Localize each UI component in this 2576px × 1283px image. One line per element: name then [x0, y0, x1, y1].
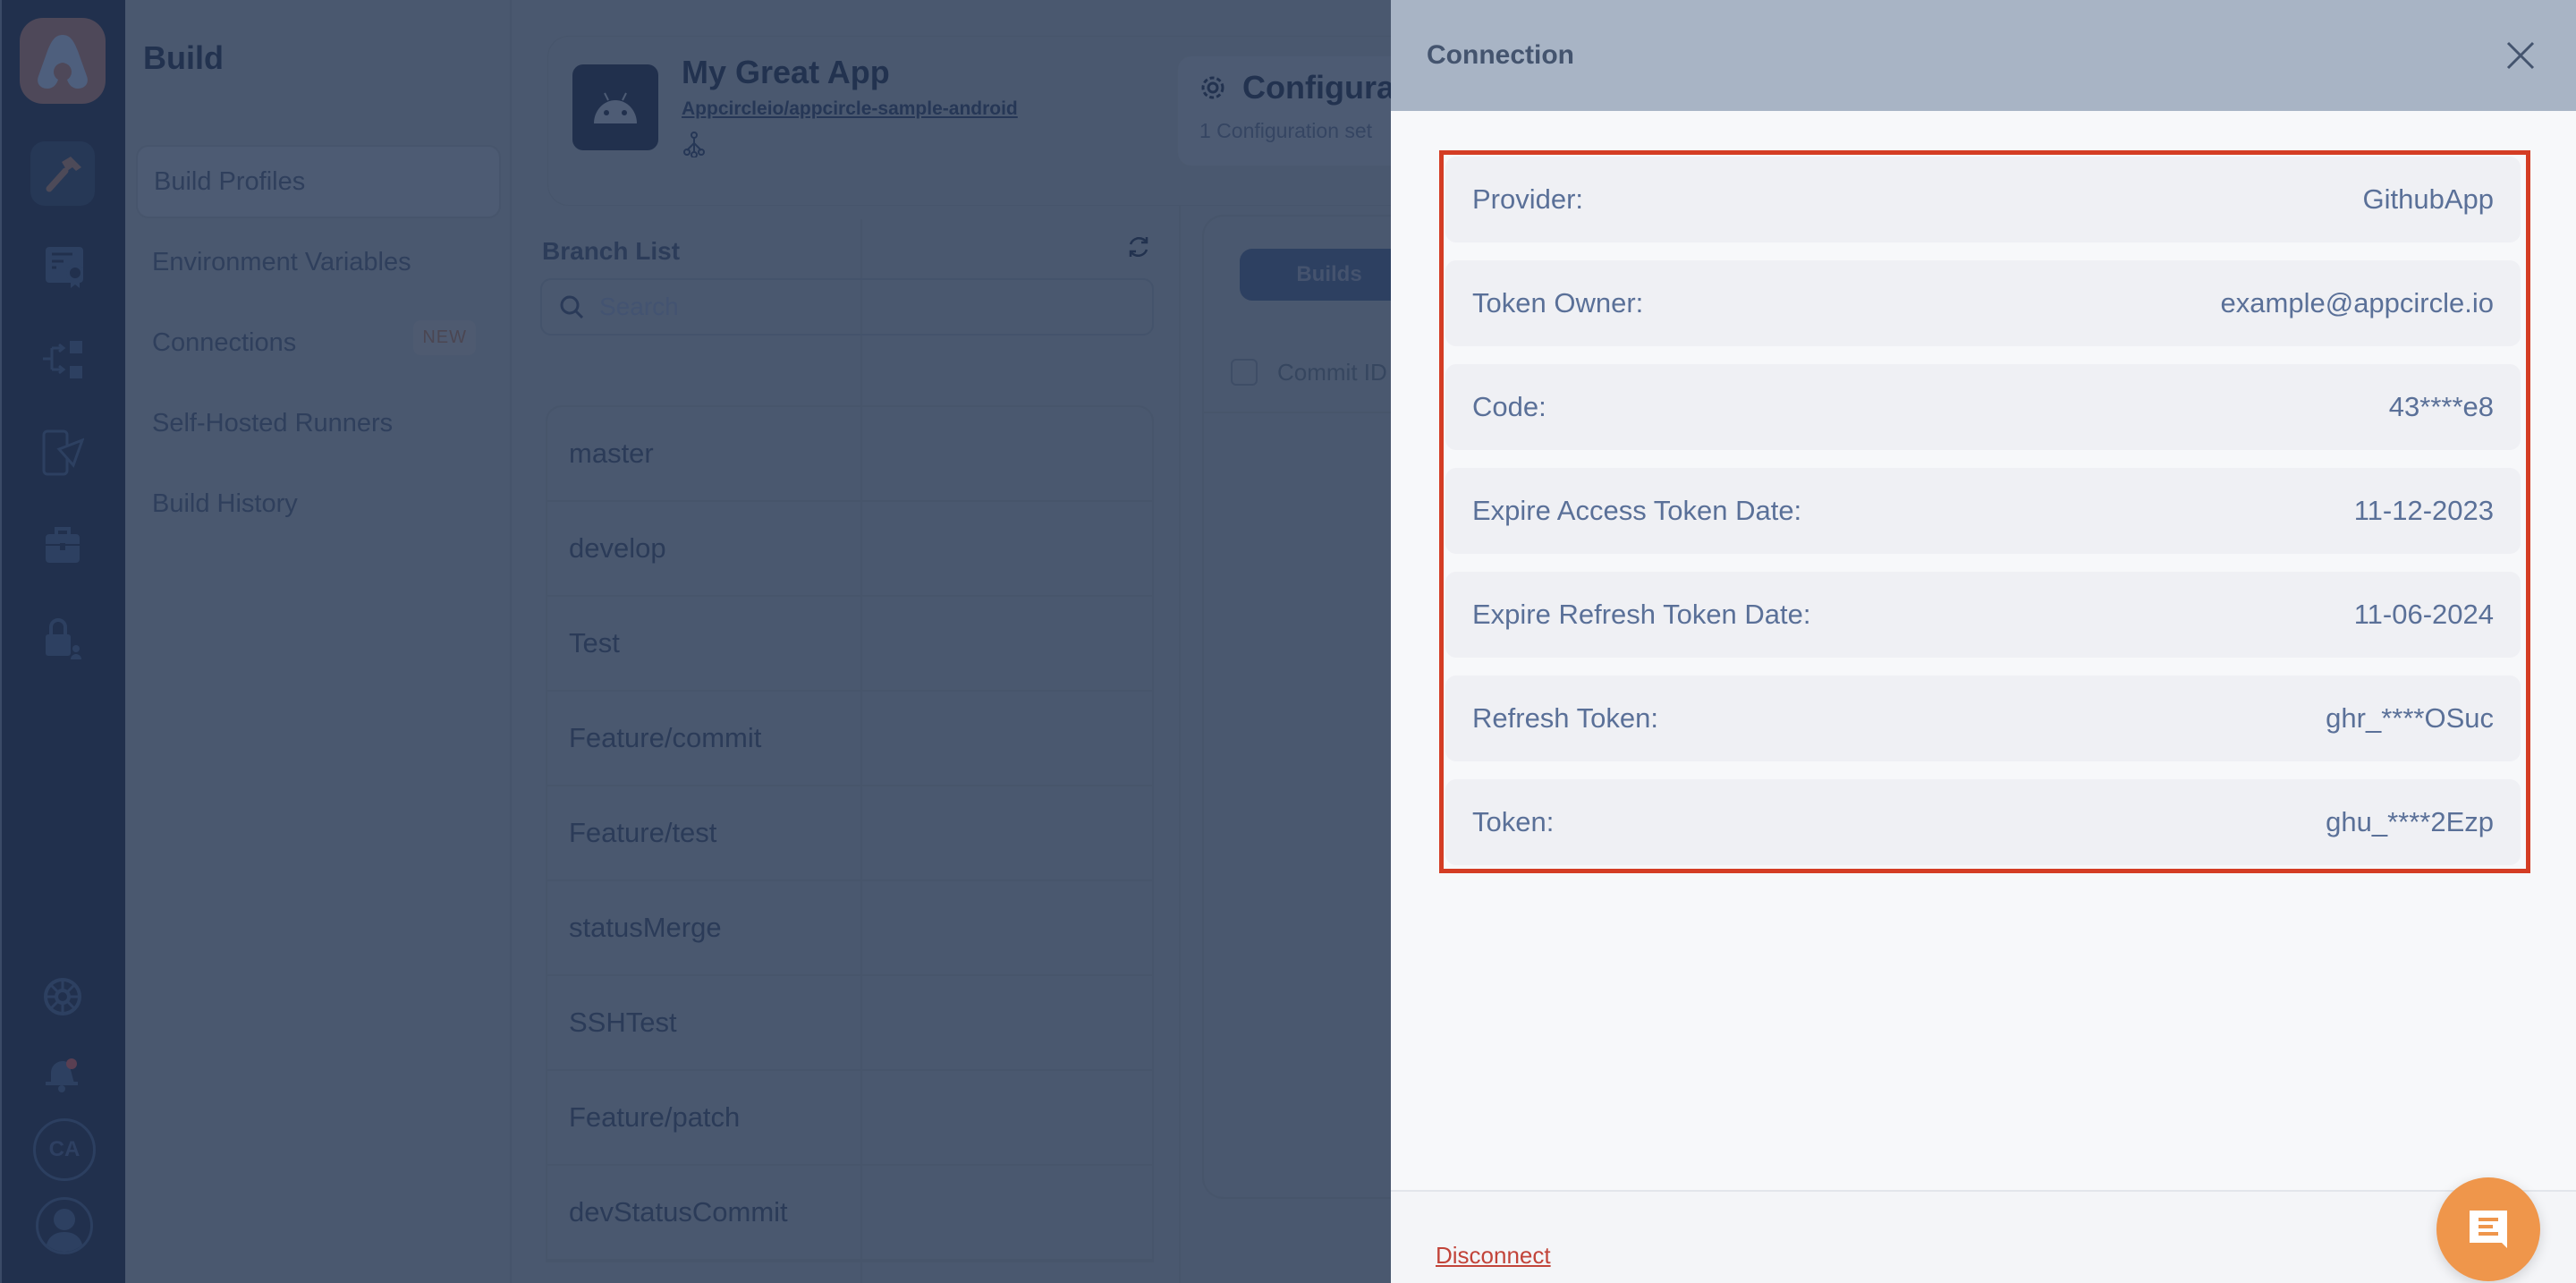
disconnect-link[interactable]: Disconnect [1436, 1242, 1551, 1270]
configuration-title: Configura [1199, 69, 1394, 106]
git-branch-icon [683, 132, 705, 157]
main-content: My Great App Appcircleio/appcircle-sampl… [513, 0, 1562, 1283]
detail-value: 11-06-2024 [2353, 599, 2494, 630]
connection-details: Provider: GithubApp Token Owner: example… [1439, 150, 2530, 873]
gear-icon [1201, 76, 1224, 99]
testing-distribution-icon [42, 429, 84, 476]
detail-row-refresh-token: Refresh Token: ghr_****OSuc [1445, 675, 2521, 761]
detail-label: Refresh Token: [1472, 702, 1658, 734]
subnav-item-build-history[interactable]: Build History [136, 467, 501, 540]
detail-row-code: Code: 43****e8 [1445, 364, 2521, 450]
build-nav-button[interactable] [30, 141, 95, 206]
new-badge: NEW [413, 320, 476, 355]
branch-list: master develop Test Feature/commit Featu… [546, 405, 1154, 1262]
subnav-item-label: Connections [152, 327, 297, 357]
detail-value: ghu_****2Ezp [2326, 806, 2494, 837]
subnav-item-label: Build Profiles [154, 166, 306, 196]
branch-list-title: Branch List [542, 237, 681, 265]
detail-row-token-owner: Token Owner: example@appcircle.io [1445, 260, 2521, 346]
select-all-checkbox[interactable] [1231, 359, 1258, 386]
access-lock-icon [46, 618, 81, 659]
search-icon [560, 295, 584, 319]
branch-item[interactable]: SSHTest [547, 976, 1152, 1071]
section-title: Build [143, 39, 224, 76]
detail-value: 43****e8 [2388, 391, 2494, 422]
drawer-header: Connection [1391, 0, 2576, 111]
close-icon [2506, 41, 2535, 70]
appcircle-logo-icon [38, 35, 88, 89]
android-app-icon [572, 64, 658, 150]
help-button[interactable] [30, 964, 95, 1029]
organization-avatar[interactable]: CA [33, 1118, 96, 1181]
detail-label: Token: [1472, 806, 1555, 837]
branch-item[interactable]: Feature/patch [547, 1071, 1152, 1166]
build-subnav: Build Build Profiles Environment Variabl… [125, 0, 512, 1283]
drawer-title: Connection [1427, 40, 1574, 70]
enterprise-store-icon [46, 527, 80, 563]
detail-row-expire-access-token-date: Expire Access Token Date: 11-12-2023 [1445, 468, 2521, 554]
refresh-icon[interactable] [1125, 234, 1152, 260]
app-name: My Great App [682, 54, 890, 90]
icon-rail: CA [0, 0, 125, 1283]
notifications-button[interactable] [30, 1041, 95, 1106]
subnav-item-connections[interactable]: Connections NEW [136, 306, 501, 379]
subnav-item-self-hosted-runners[interactable]: Self-Hosted Runners [136, 387, 501, 460]
branch-search[interactable] [540, 278, 1154, 336]
help-lifebuoy-icon [44, 978, 81, 1015]
build-hammer-icon [46, 157, 81, 192]
subnav-item-build-profiles[interactable]: Build Profiles [136, 145, 501, 218]
branch-item[interactable]: devStatusCommit [547, 1166, 1152, 1261]
branch-search-input[interactable] [599, 293, 1136, 321]
detail-row-provider: Provider: GithubApp [1445, 157, 2521, 242]
detail-row-token: Token: ghu_****2Ezp [1445, 779, 2521, 865]
subnav-item-label: Self-Hosted Runners [152, 408, 394, 438]
access-nav-button[interactable] [30, 607, 95, 671]
connection-drawer: Connection Provider: GithubApp Token Own… [1391, 0, 2576, 1283]
detail-label: Expire Refresh Token Date: [1472, 599, 1811, 630]
subnav-item-environment-variables[interactable]: Environment Variables [136, 225, 501, 299]
detail-label: Expire Access Token Date: [1472, 495, 1802, 526]
testing-nav-button[interactable] [30, 421, 95, 485]
user-avatar-icon [46, 1209, 83, 1252]
signing-certificate-icon [46, 247, 83, 288]
appcircle-logo[interactable] [20, 18, 106, 104]
detail-value: 11-12-2023 [2353, 495, 2494, 526]
branch-item[interactable]: Feature/commit [547, 692, 1152, 786]
subnav-item-label: Environment Variables [152, 247, 411, 276]
android-icon [594, 92, 637, 123]
branch-panel: Branch List master develop Test Feature/… [513, 219, 1154, 1283]
detail-label: Token Owner: [1472, 287, 1644, 319]
signing-nav-button[interactable] [30, 234, 95, 299]
detail-label: Code: [1472, 391, 1546, 422]
branch-item[interactable]: Test [547, 597, 1152, 692]
notification-bell-icon [46, 1058, 78, 1092]
configuration-subtitle: 1 Configuration set [1199, 119, 1373, 142]
drawer-footer: Disconnect [1391, 1190, 2576, 1283]
subnav-item-label: Build History [152, 489, 298, 518]
branch-item[interactable]: statusMerge [547, 881, 1152, 976]
close-button[interactable] [2501, 36, 2540, 75]
detail-row-expire-refresh-token-date: Expire Refresh Token Date: 11-06-2024 [1445, 572, 2521, 658]
branch-item[interactable]: develop [547, 502, 1152, 597]
branch-item[interactable]: master [547, 407, 1152, 502]
chat-support-button[interactable] [2436, 1177, 2540, 1281]
user-avatar[interactable] [36, 1197, 93, 1254]
repository-link[interactable]: Appcircleio/appcircle-sample-android [682, 98, 1018, 120]
detail-value: ghr_****OSuc [2326, 702, 2494, 734]
store-nav-button[interactable] [30, 514, 95, 578]
chat-icon [2470, 1211, 2507, 1248]
detail-value: example@appcircle.io [2220, 287, 2494, 319]
detail-value: GithubApp [2362, 183, 2495, 215]
distribution-flow-icon [43, 341, 82, 378]
branch-item[interactable]: Feature/test [547, 786, 1152, 881]
panel-divider [1179, 206, 1181, 1283]
distribution-nav-button[interactable] [30, 327, 95, 392]
commit-id-column: Commit ID [1277, 358, 1387, 386]
detail-label: Provider: [1472, 183, 1584, 215]
